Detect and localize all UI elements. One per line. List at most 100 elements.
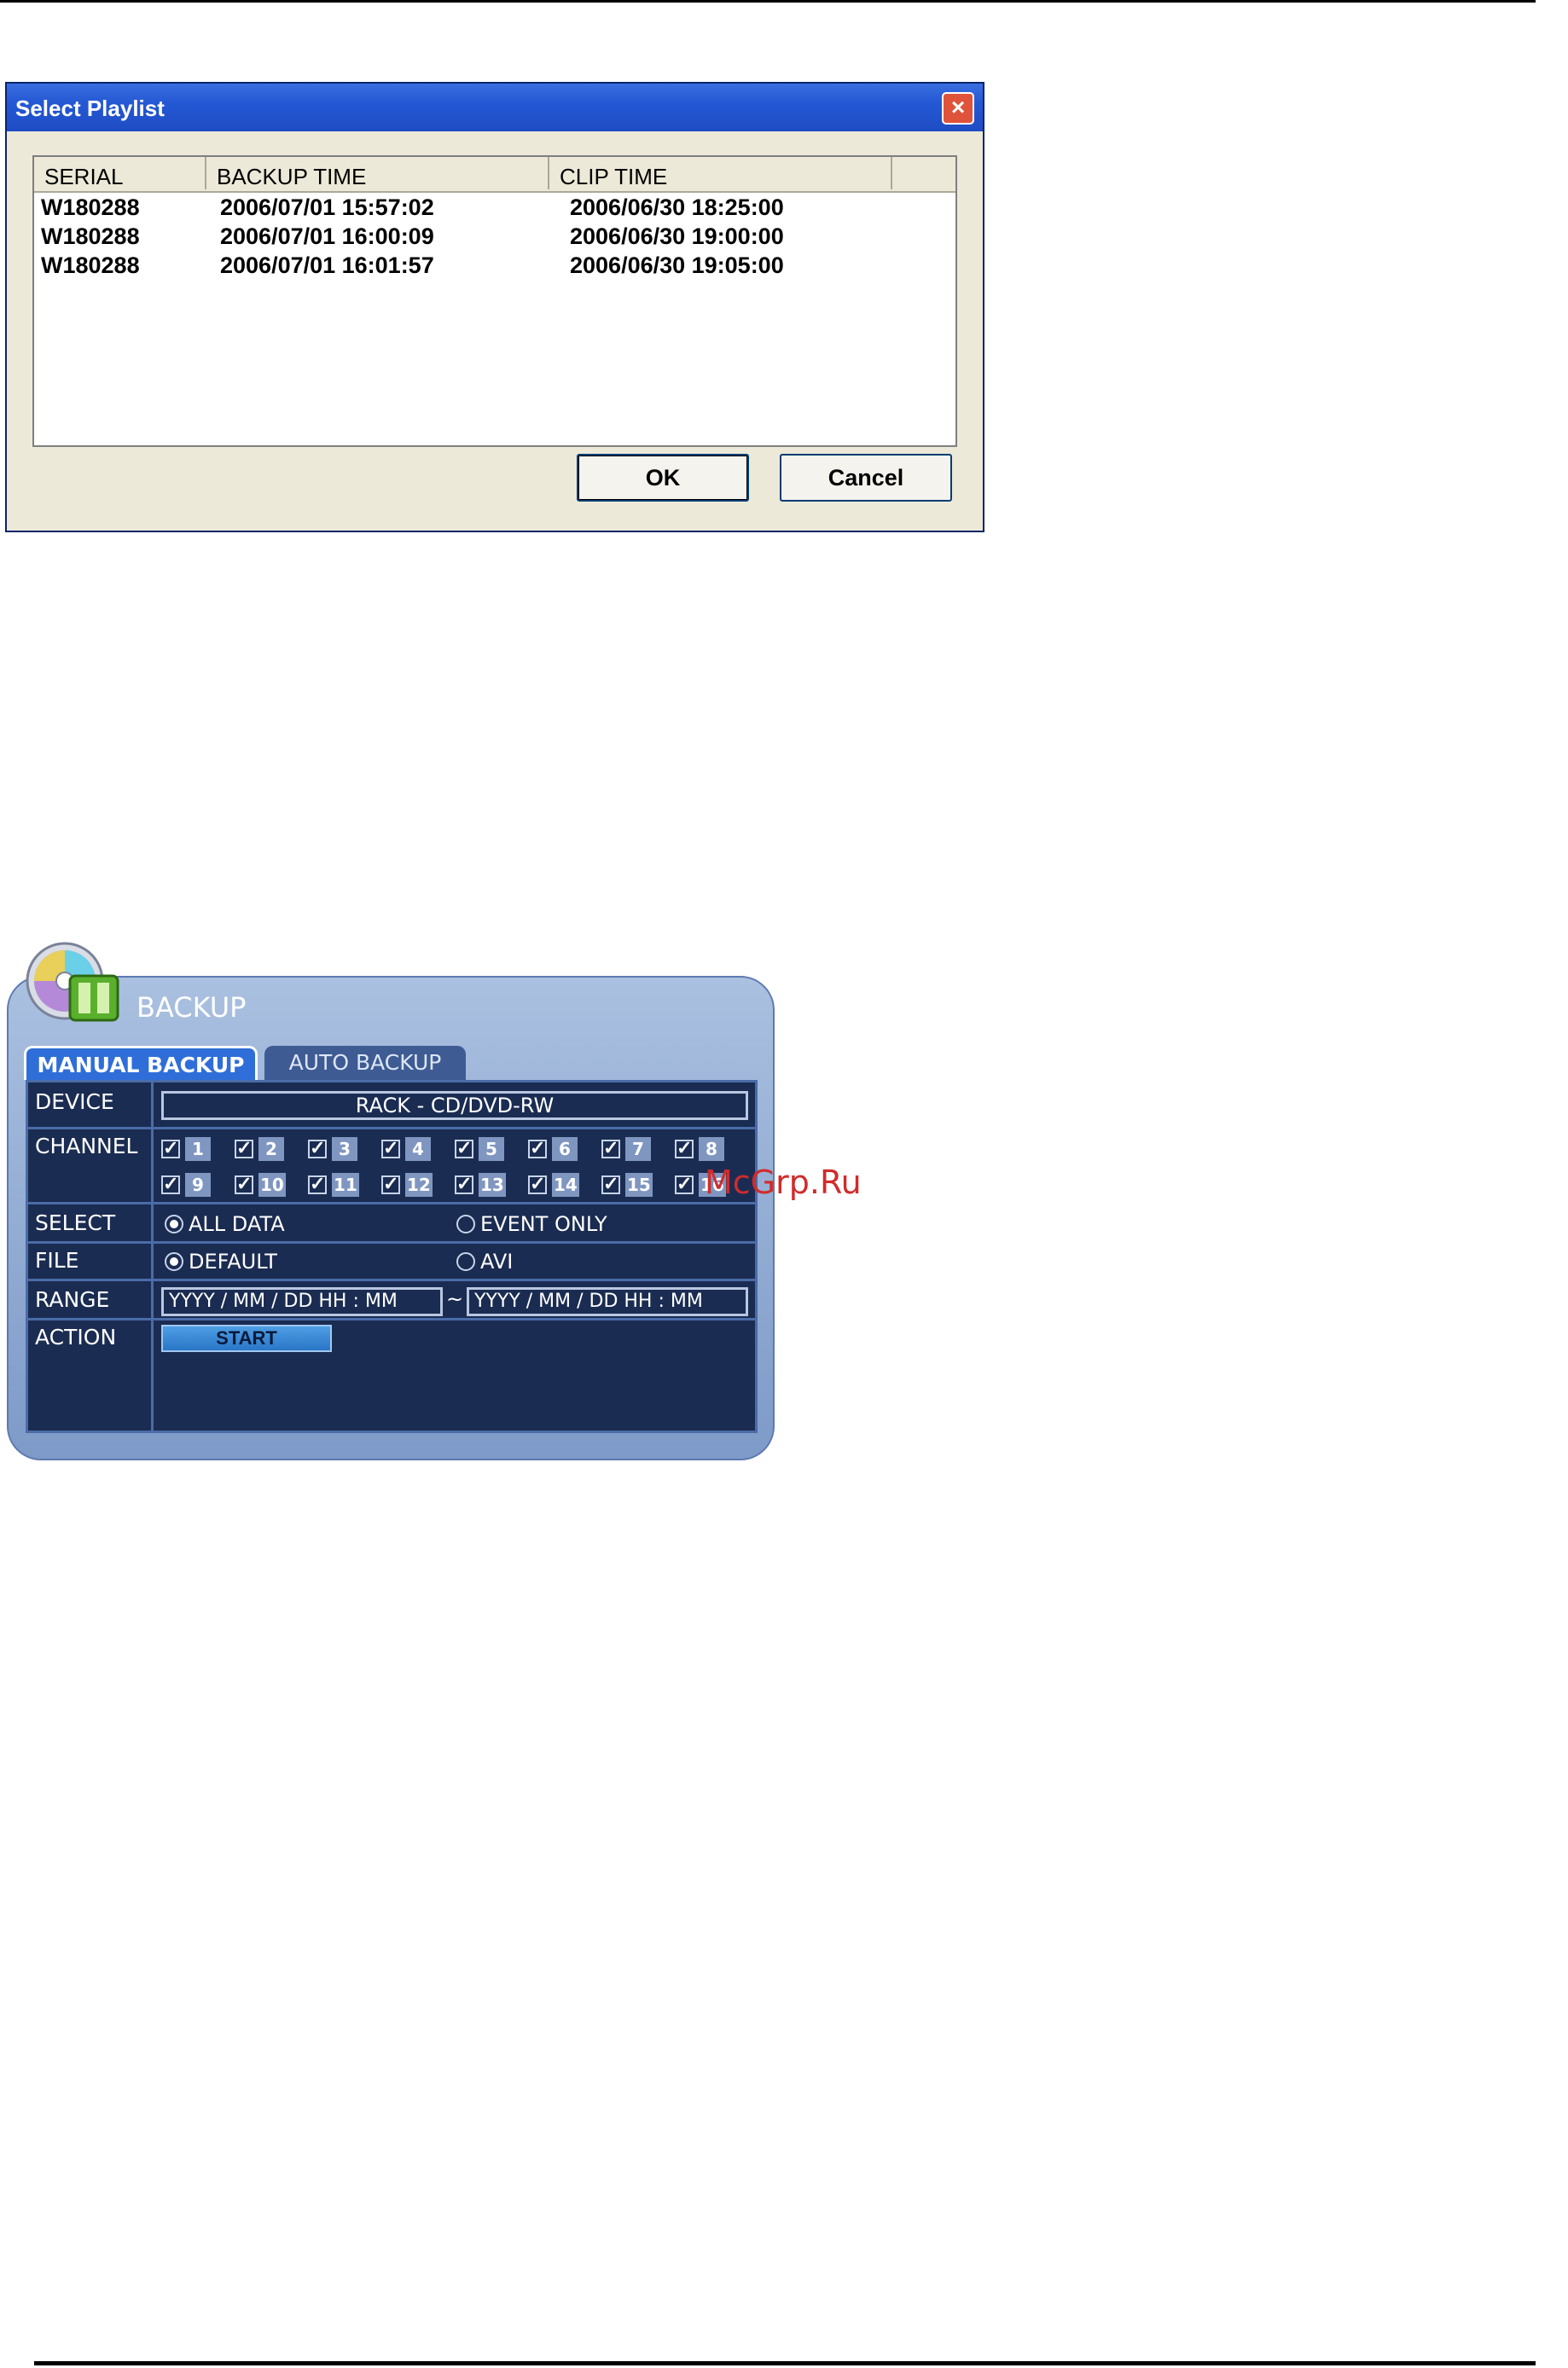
range-separator: ~ bbox=[446, 1287, 464, 1311]
device-label: DEVICE bbox=[35, 1089, 114, 1114]
channel-number: 6 bbox=[552, 1137, 578, 1161]
cell-clip-time: 2006/06/30 19:05:00 bbox=[570, 252, 784, 278]
select-label: SELECT bbox=[35, 1210, 116, 1235]
device-select[interactable]: RACK - CD/DVD-RW bbox=[161, 1091, 748, 1120]
cell-serial: W180288 bbox=[41, 194, 140, 220]
column-empty bbox=[892, 157, 955, 189]
all-data-radio[interactable]: ALL DATA bbox=[165, 1212, 285, 1236]
radio-selected-icon bbox=[165, 1215, 183, 1233]
all-data-label: ALL DATA bbox=[189, 1212, 285, 1236]
checkmark-icon: ✓ bbox=[161, 1173, 180, 1194]
row-divider bbox=[28, 1241, 755, 1244]
channel-checkbox-1[interactable]: ✓ 1 bbox=[161, 1135, 211, 1163]
avi-label: AVI bbox=[480, 1250, 514, 1274]
checkmark-icon: ✓ bbox=[235, 1173, 253, 1194]
channel-number: 15 bbox=[625, 1173, 653, 1197]
channel-number: 2 bbox=[258, 1137, 284, 1161]
checkmark-icon: ✓ bbox=[675, 1173, 694, 1194]
channel-number: 14 bbox=[552, 1173, 579, 1197]
checkmark-icon: ✓ bbox=[308, 1173, 327, 1194]
event-only-radio[interactable]: EVENT ONLY bbox=[456, 1212, 607, 1236]
top-rule bbox=[0, 0, 1536, 3]
backup-title: BACKUP bbox=[136, 991, 247, 1024]
cell-backup-time: 2006/07/01 15:57:02 bbox=[220, 194, 434, 220]
default-label: DEFAULT bbox=[189, 1250, 277, 1274]
table-row[interactable]: W180288 2006/07/01 15:57:02 2006/06/30 1… bbox=[34, 194, 955, 223]
column-backup-time[interactable]: BACKUP TIME bbox=[206, 157, 549, 189]
radio-selected-icon bbox=[165, 1252, 183, 1271]
start-button[interactable]: START bbox=[161, 1325, 332, 1352]
channel-number: 8 bbox=[699, 1137, 724, 1161]
channel-number: 4 bbox=[405, 1137, 431, 1161]
channel-number: 12 bbox=[405, 1173, 433, 1197]
channel-checkbox-5[interactable]: ✓ 5 bbox=[455, 1135, 504, 1163]
channel-checkbox-4[interactable]: ✓ 4 bbox=[381, 1135, 431, 1163]
cell-backup-time: 2006/07/01 16:01:57 bbox=[220, 252, 434, 278]
radio-unselected-icon bbox=[456, 1215, 475, 1233]
checkmark-icon: ✓ bbox=[161, 1137, 180, 1158]
list-header: SERIAL BACKUP TIME CLIP TIME bbox=[34, 157, 955, 193]
avi-radio[interactable]: AVI bbox=[456, 1250, 513, 1274]
column-clip-time[interactable]: CLIP TIME bbox=[549, 157, 892, 189]
default-radio[interactable]: DEFAULT bbox=[165, 1250, 277, 1274]
range-end-input[interactable]: YYYY / MM / DD HH : MM bbox=[467, 1287, 748, 1316]
channel-label: CHANNEL bbox=[35, 1134, 138, 1158]
select-playlist-dialog: Select Playlist × SERIAL BACKUP TIME CLI… bbox=[5, 82, 984, 532]
channel-checkbox-13[interactable]: ✓ 13 bbox=[455, 1171, 506, 1199]
row-divider bbox=[28, 1202, 755, 1204]
file-label: FILE bbox=[35, 1248, 79, 1273]
cell-backup-time: 2006/07/01 16:00:09 bbox=[220, 223, 434, 249]
channel-checkbox-2[interactable]: ✓ 2 bbox=[235, 1135, 284, 1163]
cell-clip-time: 2006/06/30 18:25:00 bbox=[570, 194, 784, 220]
dialog-title: Select Playlist bbox=[15, 96, 165, 121]
tab-auto-backup[interactable]: AUTO BACKUP bbox=[264, 1046, 466, 1080]
checkmark-icon: ✓ bbox=[235, 1137, 253, 1158]
table-row[interactable]: W180288 2006/07/01 16:01:57 2006/06/30 1… bbox=[34, 252, 955, 281]
channel-checkbox-8[interactable]: ✓ 8 bbox=[675, 1135, 724, 1163]
checkmark-icon: ✓ bbox=[381, 1137, 400, 1158]
ok-button[interactable]: OK bbox=[577, 454, 749, 502]
tab-manual-backup[interactable]: MANUAL BACKUP bbox=[24, 1046, 258, 1080]
backup-disc-icon bbox=[26, 942, 119, 1022]
table-row[interactable]: W180288 2006/07/01 16:00:09 2006/06/30 1… bbox=[34, 223, 955, 252]
cell-serial: W180288 bbox=[41, 223, 140, 249]
channel-checkbox-9[interactable]: ✓ 9 bbox=[161, 1171, 211, 1199]
channel-checkbox-14[interactable]: ✓ 14 bbox=[528, 1171, 579, 1199]
label-divider bbox=[151, 1082, 154, 1431]
checkmark-icon: ✓ bbox=[675, 1137, 694, 1158]
cell-clip-time: 2006/06/30 19:00:00 bbox=[570, 223, 784, 249]
backup-settings-grid: DEVICE RACK - CD/DVD-RW CHANNEL ✓ 1 ✓ 2 ✓ 3 ✓ 4… bbox=[26, 1080, 758, 1433]
column-serial[interactable]: SERIAL bbox=[34, 157, 206, 189]
dialog-titlebar[interactable]: Select Playlist × bbox=[7, 84, 983, 131]
channel-number: 13 bbox=[479, 1173, 506, 1197]
close-icon[interactable]: × bbox=[942, 92, 974, 125]
channel-checkbox-6[interactable]: ✓ 6 bbox=[528, 1135, 578, 1163]
checkmark-icon: ✓ bbox=[528, 1173, 547, 1194]
channel-number: 3 bbox=[332, 1137, 357, 1161]
channel-number: 5 bbox=[479, 1137, 504, 1161]
channel-checkbox-15[interactable]: ✓ 15 bbox=[601, 1171, 653, 1199]
row-divider bbox=[28, 1127, 755, 1129]
channel-checkbox-12[interactable]: ✓ 12 bbox=[381, 1171, 433, 1199]
checkmark-icon: ✓ bbox=[381, 1173, 400, 1194]
range-start-input[interactable]: YYYY / MM / DD HH : MM bbox=[161, 1287, 443, 1316]
event-only-label: EVENT ONLY bbox=[480, 1212, 607, 1236]
channel-number: 9 bbox=[185, 1173, 211, 1197]
channel-number: 11 bbox=[332, 1173, 359, 1197]
channel-number: 7 bbox=[625, 1137, 651, 1161]
channel-checkbox-7[interactable]: ✓ 7 bbox=[601, 1135, 651, 1163]
checkmark-icon: ✓ bbox=[528, 1137, 547, 1158]
checkmark-icon: ✓ bbox=[601, 1173, 620, 1194]
watermark-text: McGrp.Ru bbox=[705, 1164, 862, 1201]
cell-serial: W180288 bbox=[41, 252, 140, 278]
cancel-button[interactable]: Cancel bbox=[780, 454, 952, 502]
channel-checkbox-10[interactable]: ✓ 10 bbox=[235, 1171, 286, 1199]
playlist-list[interactable]: SERIAL BACKUP TIME CLIP TIME W180288 200… bbox=[32, 155, 957, 447]
checkmark-icon: ✓ bbox=[455, 1173, 473, 1194]
channel-number: 1 bbox=[185, 1137, 211, 1161]
channel-number: 10 bbox=[258, 1173, 286, 1197]
checkmark-icon: ✓ bbox=[455, 1137, 473, 1158]
channel-checkbox-3[interactable]: ✓ 3 bbox=[308, 1135, 357, 1163]
channel-checkbox-11[interactable]: ✓ 11 bbox=[308, 1171, 359, 1199]
radio-unselected-icon bbox=[456, 1252, 475, 1271]
